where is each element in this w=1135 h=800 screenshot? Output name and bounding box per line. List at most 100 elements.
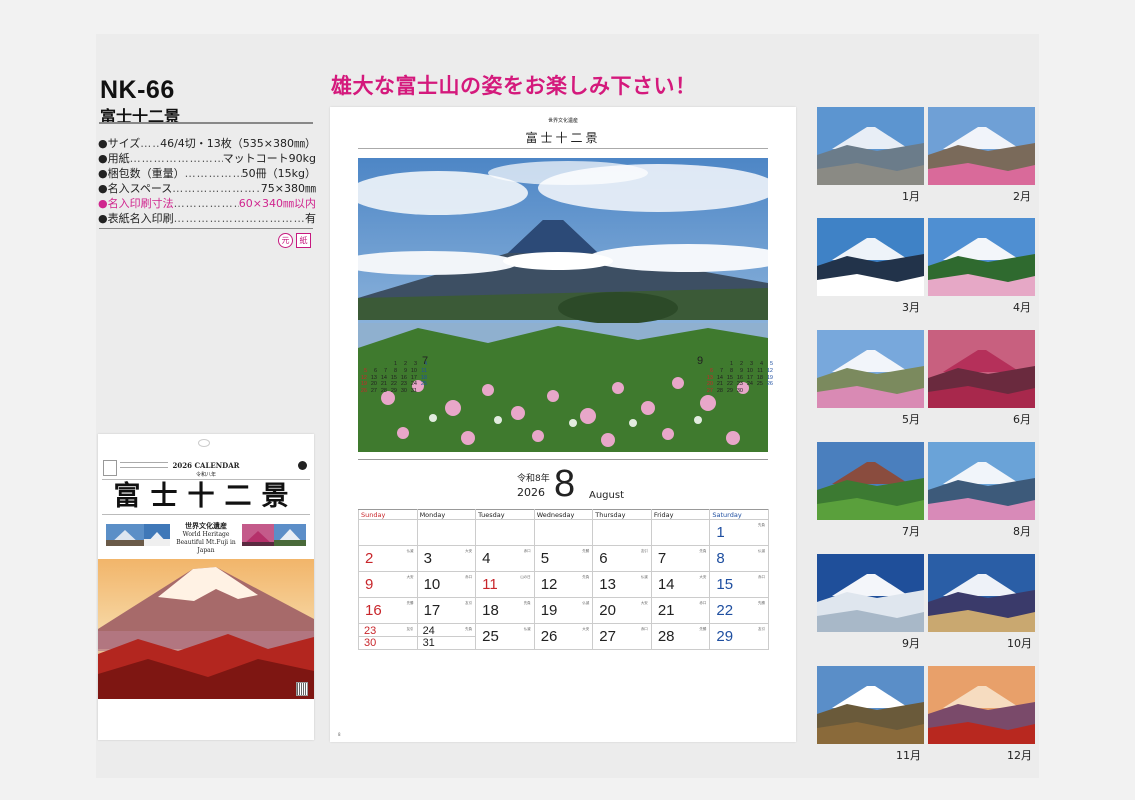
spec-key: ●用紙 (98, 152, 130, 165)
product-code: NK-66 (100, 76, 175, 104)
month-thumbnail-label: 1月 (902, 190, 920, 203)
day-cell: 8 仏滅 (709, 545, 769, 572)
day-note: 先負 (582, 575, 590, 579)
mini-day (754, 388, 764, 395)
day-number: 8 (716, 550, 725, 567)
cover-photo (98, 559, 314, 699)
spec-packing: ●梱包数（重量）……………………………50冊（15kg） (98, 166, 316, 181)
day-number: 25 (482, 628, 499, 645)
day-note: 先負 (758, 523, 765, 527)
mini-day: 23 (400, 381, 407, 388)
mini-week-row: 27 28 29 30 (704, 388, 774, 395)
day-cell (592, 519, 652, 546)
mini-week-row: 19 20 21 22 23 24 25 (358, 381, 428, 388)
day-note: 先勝 (699, 627, 707, 631)
day-cell: 10 赤口 (416, 571, 477, 598)
mini-day: 6 (373, 367, 377, 374)
weekday-tuesday: Tuesday (475, 509, 535, 520)
calendar-body: 1 先負 2 仏滅 3 大安 4 赤口 5 先勝 6 友引 7 先負 8 仏滅 9 大安 10 赤口 11 山の日 12 先負… (358, 519, 769, 650)
weekday-wednesday: Wednesday (533, 509, 594, 520)
week-row: 23 30 友引 24 31 先負 25 仏滅 26 大安 27 赤口 28 先勝 29 友引 (358, 623, 769, 650)
cover-thumb-left2 (144, 524, 170, 546)
mini-day: 28 (380, 388, 387, 395)
mini-day: 25 (420, 381, 427, 388)
day-number: 4 (482, 550, 491, 567)
mini-day: 10 (410, 367, 417, 374)
month-thumbnail-photo (928, 107, 1035, 185)
mini-week-row: 12 13 14 15 16 17 18 (358, 375, 428, 382)
day-number: 3 (423, 550, 432, 567)
day-number: 29 (716, 628, 734, 645)
month-thumbnail-label: 12月 (1007, 749, 1032, 762)
day-number: 17 (423, 602, 441, 619)
barcode-icon (296, 682, 308, 696)
cover-subtitle: 世界文化遺産 World Heritage Beautiful Mt.Fuji … (170, 522, 242, 555)
mini-calendar-table: 1 2 3 4 5 6 7 8 9 10 11 12 13 14 15 16 17 18 19 20 21 22 23 24 2… (358, 361, 428, 395)
mini-day: 2 (739, 361, 743, 367)
day-note: 先負 (699, 549, 707, 553)
day-cell: 17 友引 (416, 597, 477, 624)
spec-value: マットコート90kg (222, 152, 316, 165)
day-number-second: 31 (422, 637, 435, 649)
day-number: 14 (657, 576, 675, 593)
cover-sub1: 世界文化遺産 (185, 521, 227, 530)
mini-day: 3 (749, 361, 753, 367)
mini-day: 12 (766, 367, 773, 374)
mini-day: 1 (729, 361, 733, 367)
divider (99, 122, 313, 124)
mini-day: 29 (726, 388, 733, 395)
day-number: 9 (365, 576, 374, 593)
series-title: 富士十二景 (525, 131, 601, 145)
mini-day: 21 (380, 381, 387, 388)
day-note: 赤口 (699, 601, 707, 605)
mini-day: 17 (746, 374, 753, 381)
mini-day: 13 (370, 374, 377, 381)
spec-list: ●サイズ……46/4切・13枚（535×380㎜） ●用紙……………………………… (98, 136, 316, 226)
month-thumbnail-photo (928, 442, 1035, 520)
day-number: 19 (540, 602, 558, 619)
day-cell: 6 友引 (592, 545, 652, 572)
weekday-friday: Friday (650, 509, 711, 520)
mini-day: 15 (726, 374, 733, 381)
month-thumbnail-photo (928, 330, 1035, 408)
day-cell: 2 仏滅 (358, 545, 418, 572)
spec-dots: …………………………… (173, 197, 239, 210)
day-cell: 16 先勝 (358, 597, 418, 624)
day-note: 仏滅 (582, 601, 590, 605)
mini-day: 16 (400, 374, 407, 381)
cover-thumb-right2 (274, 524, 306, 546)
mini-day: 31 (410, 388, 417, 395)
mini-day (714, 361, 724, 368)
hang-hole (198, 439, 210, 447)
mini-day: 10 (746, 367, 753, 374)
day-note: 友引 (465, 601, 473, 605)
mini-day: 27 (706, 388, 713, 395)
day-note: 仏滅 (523, 627, 531, 631)
day-note: 大安 (406, 575, 414, 579)
month-thumbnail-photo (928, 218, 1035, 296)
day-number: 22 (716, 602, 734, 619)
day-cell (416, 519, 477, 546)
mini-day: 8 (393, 367, 397, 374)
month-number: 8 (554, 463, 576, 505)
mini-week-row: 13 14 15 16 17 18 19 (704, 375, 774, 382)
day-number: 13 (599, 576, 616, 593)
mini-day: 14 (380, 374, 387, 381)
mini-day: 16 (736, 374, 743, 381)
day-cell: 11 山の日 (475, 571, 535, 598)
mini-calendar-table: 1 2 3 4 5 6 7 8 9 10 11 12 13 14 15 16 17 18 19 20 21 22 23 24 2… (704, 361, 774, 395)
mini-day: 8 (729, 367, 733, 374)
day-cell: 14 大安 (650, 571, 711, 598)
mini-day: 19 (766, 374, 773, 381)
spec-value: 75×380㎜ (260, 182, 316, 195)
mini-day: 18 (756, 374, 763, 381)
day-cell: 27 赤口 (592, 623, 652, 650)
month-thumbnail-photo (928, 666, 1035, 744)
day-number-second: 30 (364, 637, 377, 649)
month-thumbnail-photo (817, 330, 924, 408)
mini-day: 26 (360, 388, 367, 395)
week-row: 16 先勝 17 友引 18 先負 19 仏滅 20 大安 21 赤口 22 先勝 (358, 597, 769, 624)
month-thumbnail-label: 2月 (1013, 190, 1031, 203)
mini-day: 5 (363, 367, 367, 374)
day-cell: 18 先負 (475, 597, 535, 624)
